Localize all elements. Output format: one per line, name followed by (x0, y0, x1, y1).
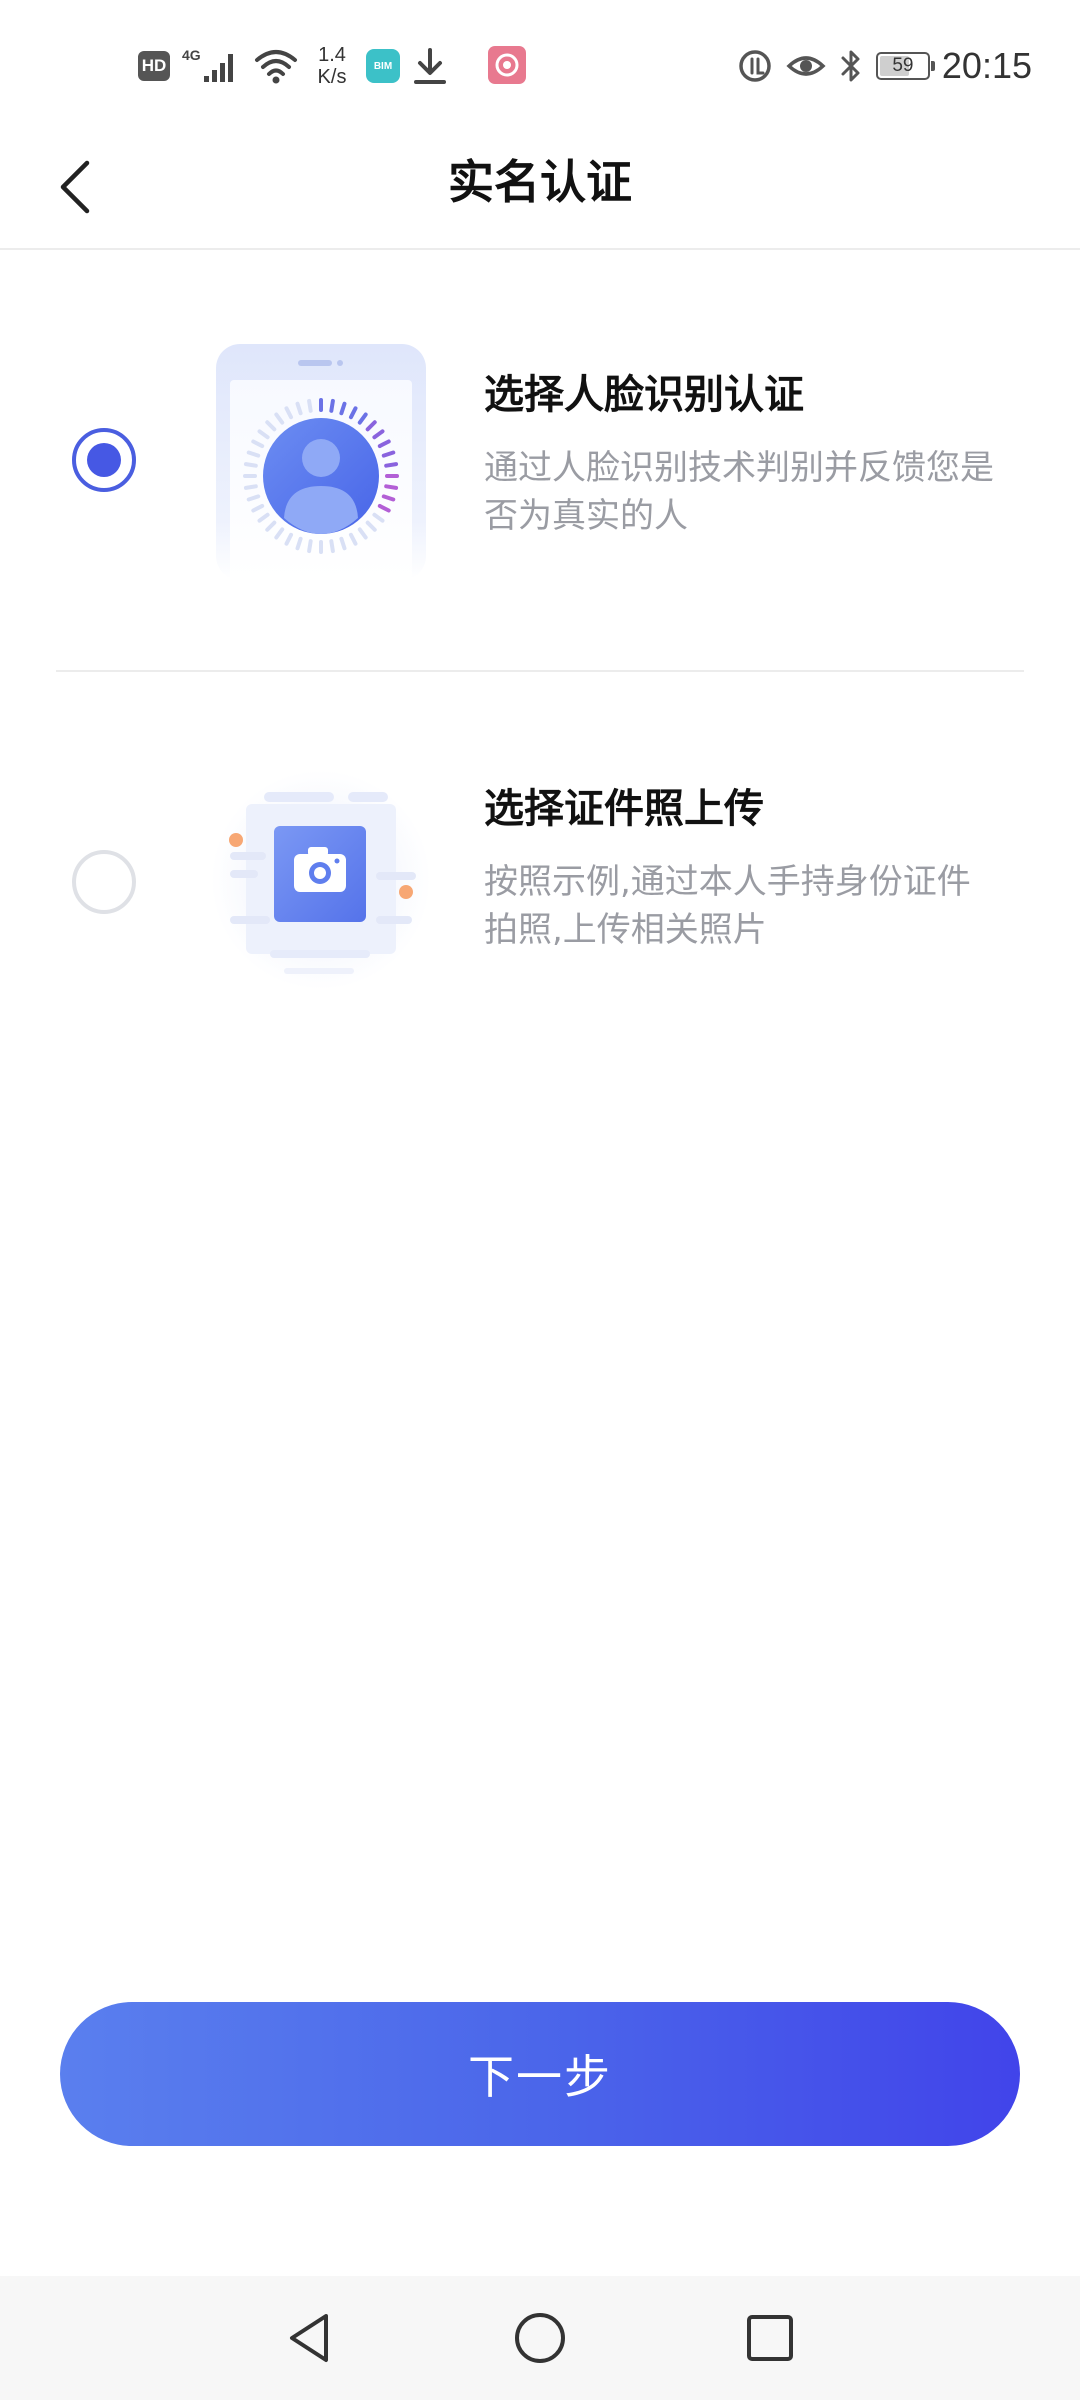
hd-icon: HD (138, 51, 170, 81)
option-id-photo-upload[interactable]: 选择证件照上传 按照示例,通过本人手持身份证件拍照,上传相关照片 (56, 724, 1024, 1024)
navigation-bar (0, 2276, 1080, 2400)
dial-tick (384, 484, 399, 490)
status-bar-left: HD 4G 1.4 K/s BIM (138, 38, 448, 94)
dial-tick (307, 398, 313, 413)
nav-back-button[interactable] (270, 2298, 350, 2378)
option-description: 通过人脸识别技术判别并反馈您是否为真实的人 (484, 448, 994, 536)
radio-id-photo-upload[interactable] (72, 850, 136, 914)
app-icon: BIM (366, 49, 400, 83)
network-speed-value: 1.4 (318, 44, 346, 66)
face-recognition-icon (216, 344, 426, 580)
status-bar: HD 4G 1.4 K/s BIM 59 20:15 (0, 0, 1080, 132)
signal-icon: 4G (182, 47, 233, 82)
dial-tick (243, 484, 258, 490)
divider (56, 670, 1024, 672)
download-icon (414, 48, 446, 84)
page-title: 实名认证 (448, 155, 632, 209)
option-title: 选择证件照上传 (484, 786, 764, 832)
camera-icon (211, 770, 431, 990)
dial-tick (307, 539, 313, 554)
nav-back-icon (290, 2314, 328, 2362)
battery-level: 59 (892, 55, 914, 76)
pink-app-icon (488, 46, 526, 84)
dial-tick (329, 398, 335, 413)
network-type-label: 4G (182, 47, 201, 63)
wifi-icon (255, 50, 297, 84)
battery-icon: 59 (875, 52, 935, 80)
network-speed-unit: K/s (317, 66, 347, 88)
header: 实名认证 (0, 132, 1080, 250)
option-face-recognition[interactable]: 选择人脸识别认证 通过人脸识别技术判别并反馈您是否为真实的人 (56, 310, 1024, 610)
bluetooth-icon (841, 50, 860, 82)
clock: 20:15 (941, 45, 1032, 86)
option-description: 按照示例,通过本人手持身份证件拍照,上传相关照片 (484, 862, 971, 950)
radio-face-recognition[interactable] (72, 428, 136, 492)
nav-home-button[interactable] (500, 2298, 580, 2378)
nav-home-icon (515, 2313, 565, 2363)
network-speed: 1.4 K/s (310, 44, 354, 88)
dial-tick (384, 462, 399, 468)
eye-icon (786, 56, 826, 76)
dial-tick (243, 462, 258, 468)
data-saver-icon (739, 50, 771, 82)
next-button[interactable]: 下一步 (60, 2002, 1020, 2146)
option-title: 选择人脸识别认证 (484, 372, 804, 418)
status-bar-right: 59 20:15 (736, 38, 1032, 94)
dial-tick (329, 539, 335, 554)
nav-recent-icon (747, 2315, 793, 2361)
nav-recent-button[interactable] (730, 2298, 810, 2378)
